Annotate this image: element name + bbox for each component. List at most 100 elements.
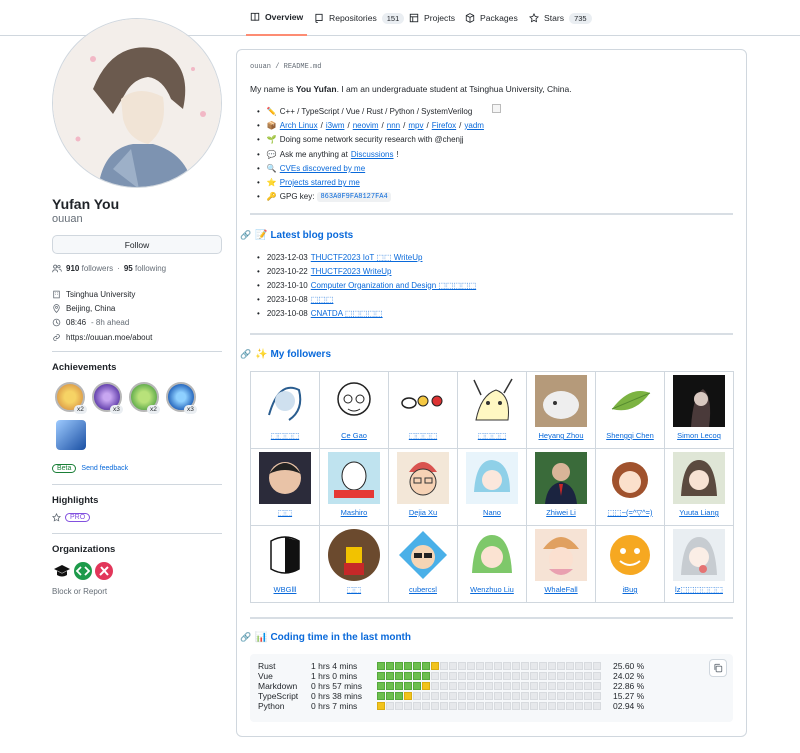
coding-time-row: Markdown 0 hrs 57 mins 22.86 %	[258, 681, 644, 691]
org-graduation-cap-icon[interactable]	[53, 562, 71, 580]
blog-post-link[interactable]: Computer Organization and Design ⬚⬚⬚⬚⬚	[311, 281, 476, 290]
follower-cell[interactable]: Ce Gao	[319, 371, 389, 449]
progress-cell	[566, 672, 574, 680]
i3wm-link[interactable]: i3wm	[326, 121, 345, 130]
tab-packages[interactable]: Packages	[461, 0, 522, 36]
discussions-link[interactable]: Discussions	[351, 150, 394, 159]
progress-cell	[458, 662, 466, 670]
blog-posts-heading[interactable]: 🔗 📝 Latest blog posts	[240, 230, 353, 241]
follower-cell[interactable]: cubercsl	[388, 525, 458, 603]
progress-cell	[566, 662, 574, 670]
progress-cell	[476, 702, 484, 710]
copy-button[interactable]	[709, 659, 727, 677]
mpv-link[interactable]: mpv	[408, 121, 423, 130]
percentage: 24.02 %	[613, 671, 645, 681]
blog-post-link[interactable]: CNATDA ⬚⬚⬚⬚⬚	[311, 309, 383, 318]
follower-cell[interactable]: ⬚⬚⬚⬚	[388, 371, 458, 449]
blog-post-link[interactable]: THUCTF2023 IoT ⬚⬚ WriteUp	[311, 253, 423, 262]
website-detail[interactable]: https://ouuan.moe/about	[52, 330, 152, 344]
coding-time-heading[interactable]: 🔗 📊 Coding time in the last month	[240, 632, 411, 643]
follower-cell[interactable]: Dejia Xu	[388, 448, 458, 526]
anchor-link-icon[interactable]: 🔗	[240, 349, 251, 360]
progress-cell	[521, 702, 529, 710]
progress-cell	[539, 672, 547, 680]
progress-cell	[449, 692, 457, 700]
time-spent: 1 hrs 0 mins	[311, 671, 358, 681]
follower-cell[interactable]: Yuuta Liang	[664, 448, 734, 526]
progress-cell	[404, 692, 412, 700]
progress-cell	[575, 692, 583, 700]
follow-button[interactable]: Follow	[52, 235, 222, 254]
star-icon	[52, 513, 61, 522]
yadm-link[interactable]: yadm	[464, 121, 484, 130]
progress-cell	[494, 662, 502, 670]
progress-cell	[539, 692, 547, 700]
progress-cell	[530, 662, 538, 670]
achievements-title: Achievements	[52, 362, 117, 373]
progress-cell	[539, 662, 547, 670]
readme-path-user[interactable]: ouuan	[250, 63, 271, 71]
table-icon	[409, 13, 419, 23]
follower-cell[interactable]: ⬚⬚⬚⬚	[457, 371, 527, 449]
follower-cell[interactable]: Nano	[457, 448, 527, 526]
progress-cell	[494, 672, 502, 680]
follower-cell[interactable]: ⬚⬚	[250, 448, 320, 526]
follower-cell[interactable]: lz⬚⬚⬚⬚⬚⬚	[664, 525, 734, 603]
tab-projects[interactable]: Projects	[405, 0, 459, 36]
follower-avatar	[466, 452, 518, 504]
neovim-link[interactable]: neovim	[353, 121, 379, 130]
nnn-link[interactable]: nnn	[387, 121, 400, 130]
profile-username: ouuan	[52, 213, 83, 225]
starred-projects-link[interactable]: Projects starred by me	[280, 178, 360, 187]
arctic-code-vault-icon[interactable]	[56, 420, 86, 450]
followers-link[interactable]: 910 followers	[66, 264, 113, 273]
percentage: 22.86 %	[613, 681, 645, 691]
progress-cell	[575, 682, 583, 690]
tab-repositories[interactable]: Repositories 151	[310, 0, 408, 36]
follower-cell[interactable]: Heyang Zhou	[526, 371, 596, 449]
followers-heading[interactable]: 🔗 ✨ My followers	[240, 349, 331, 360]
arch-linux-link[interactable]: Arch Linux	[280, 121, 318, 130]
progress-cell	[557, 702, 565, 710]
progress-cell	[422, 682, 430, 690]
blog-post-link[interactable]: ⬚⬚⬚	[311, 295, 334, 304]
tab-stars[interactable]: Stars 735	[525, 0, 596, 36]
people-icon	[52, 264, 62, 273]
clock-icon	[52, 318, 61, 327]
block-or-report-link[interactable]: Block or Report	[52, 587, 107, 596]
anchor-link-icon[interactable]: 🔗	[240, 230, 251, 241]
follower-cell[interactable]: ⬚⬚	[319, 525, 389, 603]
follower-cell[interactable]: Simon Lecoq	[664, 371, 734, 449]
send-feedback-link[interactable]: Send feedback	[81, 465, 128, 472]
org-tools-icon[interactable]	[95, 562, 113, 580]
progress-cell	[557, 662, 565, 670]
org-code-icon[interactable]	[74, 562, 92, 580]
follower-cell[interactable]: Zhiwei Li	[526, 448, 596, 526]
follower-cell[interactable]: Mashiro	[319, 448, 389, 526]
progress-cell	[440, 662, 448, 670]
follower-cell[interactable]: Shengqi Chen	[595, 371, 665, 449]
progress-cell	[386, 672, 394, 680]
follower-cell[interactable]: ⬚⬚~(=^▽^=)	[595, 448, 665, 526]
avatar[interactable]	[52, 18, 222, 188]
blog-post-link[interactable]: THUCTF2023 WriteUp	[311, 267, 392, 276]
location-detail: Beijing, China	[52, 301, 152, 315]
progress-cell	[476, 682, 484, 690]
cves-link[interactable]: CVEs discovered by me	[280, 164, 365, 173]
follower-cell[interactable]: ⬚⬚⬚⬚	[250, 371, 320, 449]
follower-avatar	[673, 529, 725, 581]
local-time-detail: 08:46 - 8h ahead	[52, 316, 152, 330]
language-name: Vue	[258, 671, 273, 681]
gpg-key[interactable]: 863A0F9FA8127FA4	[317, 191, 391, 202]
progress-cell	[530, 692, 538, 700]
follower-cell[interactable]: WBGlll	[250, 525, 320, 603]
follower-cell[interactable]: WhaleFall	[526, 525, 596, 603]
tab-overview[interactable]: Overview	[246, 0, 308, 36]
follower-cell[interactable]: Wenzhuo Liu	[457, 525, 527, 603]
following-link[interactable]: 95 following	[124, 264, 166, 273]
achievement-count: x2	[147, 405, 160, 414]
anchor-link-icon[interactable]: 🔗	[240, 632, 251, 643]
follower-cell[interactable]: iBug	[595, 525, 665, 603]
follower-avatar	[535, 375, 587, 427]
firefox-link[interactable]: Firefox	[432, 121, 456, 130]
